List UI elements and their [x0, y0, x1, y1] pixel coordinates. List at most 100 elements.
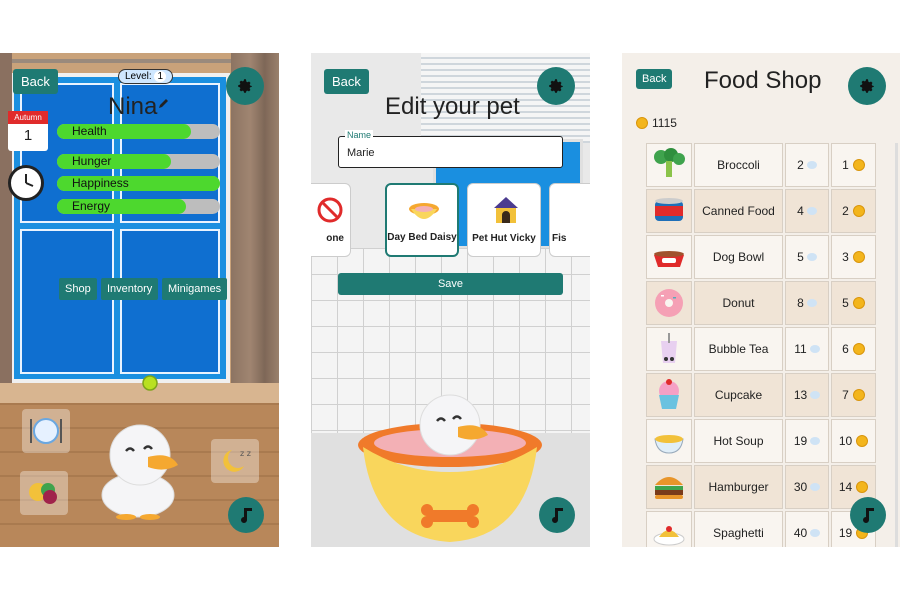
- inventory-button[interactable]: Inventory: [101, 278, 159, 300]
- table-row[interactable]: Broccoli 2 1: [646, 143, 876, 187]
- sleep-button[interactable]: z z: [211, 439, 259, 483]
- food-name: Bubble Tea: [694, 327, 783, 371]
- food-name: Dog Bowl: [694, 235, 783, 279]
- music-toggle-button[interactable]: [850, 497, 886, 533]
- food-cost-cell[interactable]: 5: [831, 281, 876, 325]
- settings-button[interactable]: [848, 67, 886, 105]
- clock-hands: [25, 174, 34, 187]
- coin-icon: [852, 205, 865, 217]
- food-image-cell: [646, 373, 692, 417]
- table-row[interactable]: Spaghetti 40 19: [646, 511, 876, 547]
- edit-pet-screen: Back Edit your pet Name Marie one Day Be…: [311, 53, 590, 547]
- coin-icon: [852, 159, 865, 171]
- table-row[interactable]: Donut 8 5: [646, 281, 876, 325]
- food-restore-cell: 13: [785, 373, 829, 417]
- food-cost-value: 2: [842, 204, 849, 218]
- food-restore-cell: 19: [785, 419, 829, 463]
- duck-pet[interactable]: [96, 413, 186, 521]
- page-title: Edit your pet: [385, 93, 520, 120]
- pet-hut-icon: [494, 197, 518, 223]
- scrollbar[interactable]: [895, 143, 898, 547]
- food-restore-value: 5: [797, 250, 804, 264]
- table-row[interactable]: Cupcake 13 7: [646, 373, 876, 417]
- food-image-cell: [646, 465, 692, 509]
- food-cost-cell[interactable]: 6: [831, 327, 876, 371]
- food-restore-value: 30: [793, 480, 808, 494]
- pet-in-bed[interactable]: [355, 385, 545, 545]
- plate-icon: [806, 161, 817, 169]
- food-cost-value: 1: [842, 158, 849, 172]
- bed-option-day-bed-daisy[interactable]: Day Bed Daisy: [385, 183, 459, 257]
- stat-label: Happiness: [72, 176, 129, 190]
- stat-label: Health: [72, 124, 107, 138]
- food-cost-cell[interactable]: 1: [831, 143, 876, 187]
- coin-icon: [852, 251, 865, 263]
- shop-button[interactable]: Shop: [59, 278, 97, 300]
- save-button[interactable]: Save: [338, 273, 563, 295]
- food-image-cell: [646, 143, 692, 187]
- music-toggle-button[interactable]: [228, 497, 264, 533]
- stat-label: Energy: [72, 199, 111, 213]
- feed-plate-button[interactable]: [22, 409, 70, 453]
- settings-button[interactable]: [226, 67, 264, 105]
- curtain-left: [0, 53, 12, 383]
- stat-bar-hunger: Hunger: [57, 154, 220, 169]
- food-name: Hot Soup: [694, 419, 783, 463]
- gear-icon: [860, 79, 874, 93]
- back-button[interactable]: Back: [636, 69, 673, 89]
- stat-bar-energy: Energy: [57, 199, 220, 214]
- clock-icon: [8, 165, 44, 201]
- cupcake-icon: [659, 379, 679, 409]
- coin-icon: [856, 481, 869, 493]
- name-field-label: Name: [345, 130, 374, 140]
- window-pane: [120, 229, 220, 374]
- food-cost-cell[interactable]: 10: [831, 419, 876, 463]
- plate-icon: [806, 299, 817, 307]
- food-name: Spaghetti: [694, 511, 783, 547]
- svg-text:z z: z z: [240, 449, 251, 458]
- plate-icon: [809, 345, 820, 353]
- back-button[interactable]: Back: [13, 69, 58, 94]
- food-name: Canned Food: [694, 189, 783, 233]
- ball-icon[interactable]: [142, 375, 158, 391]
- settings-button[interactable]: [537, 67, 575, 105]
- minigames-button[interactable]: Minigames: [162, 278, 228, 300]
- wall-strip: [0, 383, 279, 403]
- food-name: Hamburger: [694, 465, 783, 509]
- table-row[interactable]: Dog Bowl 5 3: [646, 235, 876, 279]
- food-name: Broccoli: [694, 143, 783, 187]
- food-cost-value: 6: [842, 342, 849, 356]
- coin-icon: [852, 297, 865, 309]
- stat-bar-health: Health: [57, 124, 220, 139]
- coin-balance: 1115: [636, 116, 677, 130]
- name-field[interactable]: Name Marie: [338, 130, 563, 168]
- none-icon: [317, 197, 343, 223]
- bed-option-partial[interactable]: Fis: [549, 183, 590, 257]
- table-row[interactable]: Canned Food 4 2: [646, 189, 876, 233]
- edit-pencil-icon[interactable]: [158, 97, 170, 109]
- bed-option-none[interactable]: one: [311, 183, 351, 257]
- food-image-cell: [646, 189, 692, 233]
- food-cost-cell[interactable]: 2: [831, 189, 876, 233]
- food-image-cell: [646, 327, 692, 371]
- bed-option-label: Pet Hut Vicky: [472, 233, 536, 244]
- day-bed-icon: [409, 203, 439, 219]
- bed-option-pet-hut-vicky[interactable]: Pet Hut Vicky: [467, 183, 541, 257]
- moon-sleep-icon: z z: [223, 449, 251, 472]
- plate-icon: [810, 483, 821, 491]
- food-cost-cell[interactable]: 7: [831, 373, 876, 417]
- coin-icon: [852, 343, 865, 355]
- level-value: 1: [154, 71, 167, 82]
- food-restore-value: 4: [797, 204, 804, 218]
- food-cost-cell[interactable]: 3: [831, 235, 876, 279]
- season-label: Autumn: [8, 111, 48, 124]
- music-toggle-button[interactable]: [539, 497, 575, 533]
- coin-amount: 1115: [652, 116, 677, 130]
- table-row[interactable]: Hamburger 30 14: [646, 465, 876, 509]
- back-button[interactable]: Back: [324, 69, 369, 94]
- table-row[interactable]: Bubble Tea 11 6: [646, 327, 876, 371]
- table-row[interactable]: Hot Soup 19 10: [646, 419, 876, 463]
- food-inventory-button[interactable]: [20, 471, 68, 515]
- food-cost-value: 3: [842, 250, 849, 264]
- food-restore-value: 40: [793, 526, 808, 540]
